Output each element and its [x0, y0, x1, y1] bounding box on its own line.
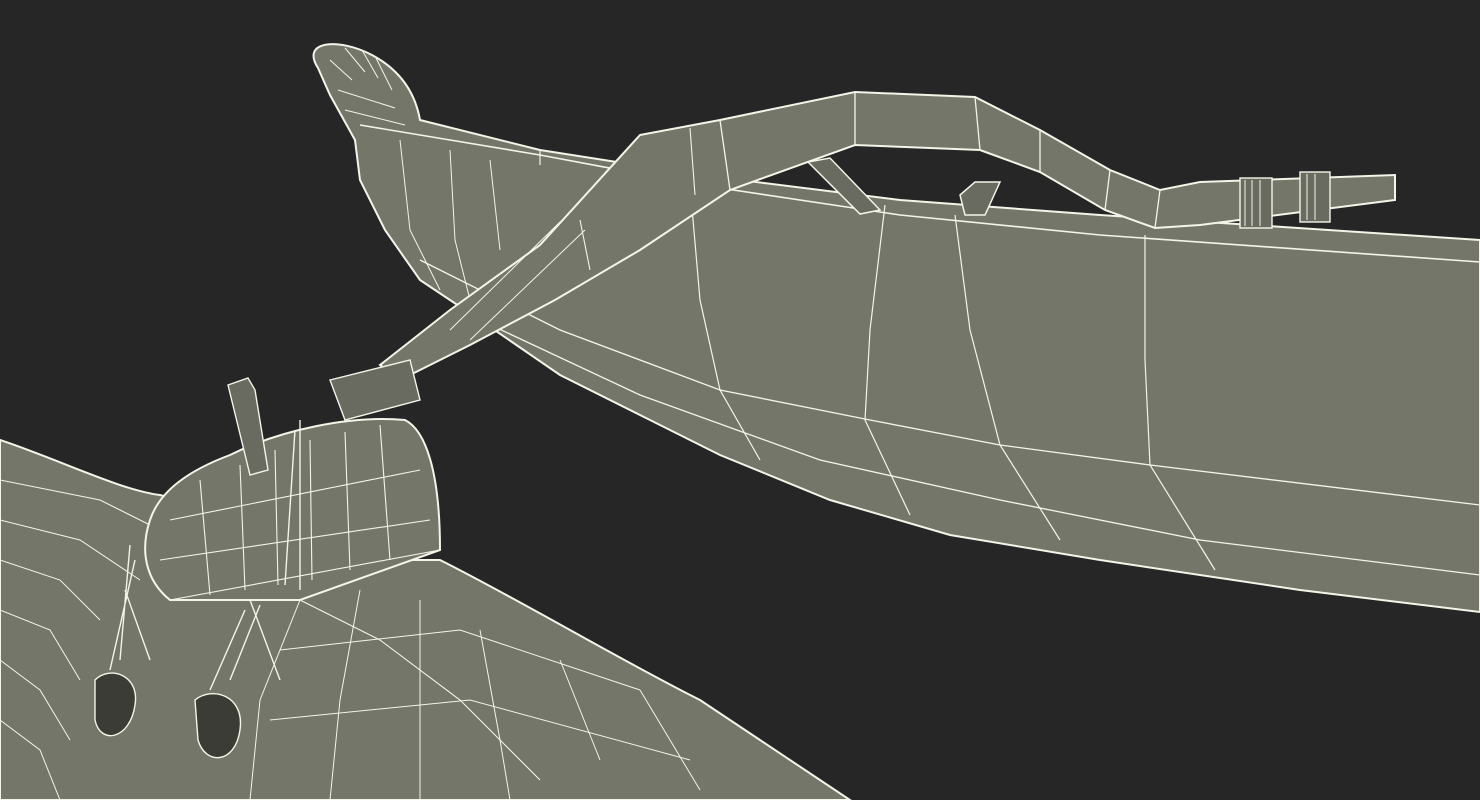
wireframe-render-viewport	[0, 0, 1480, 800]
wireframe-scene	[0, 0, 1480, 800]
float-hole-right	[194, 692, 242, 759]
